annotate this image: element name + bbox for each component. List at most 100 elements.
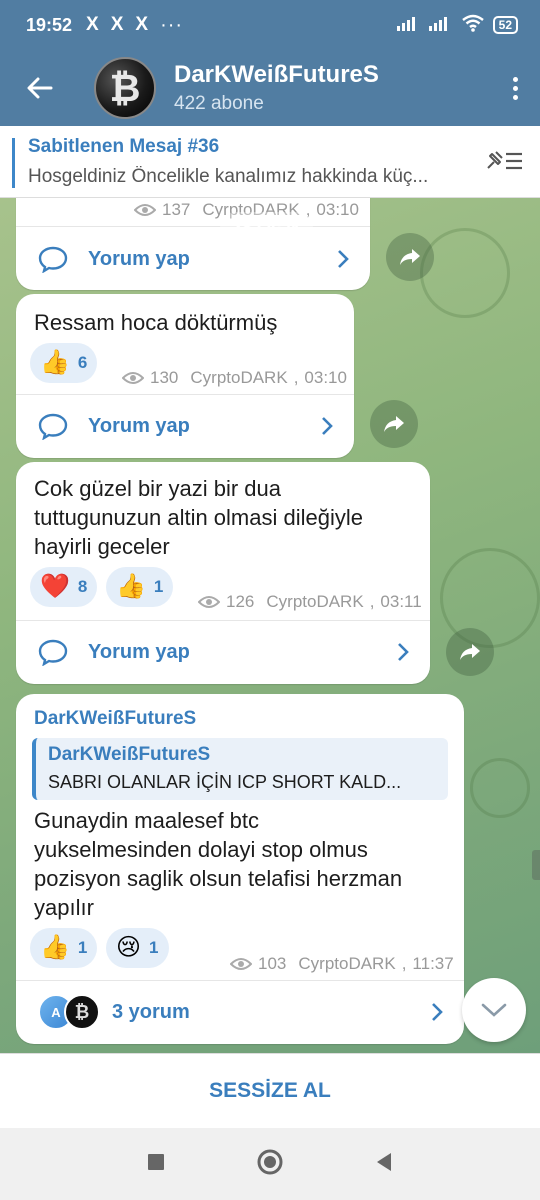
thumbs-up-icon: 👍 — [40, 934, 70, 961]
view-count: 130 — [150, 368, 179, 387]
comment-button[interactable]: Yorum yap — [16, 395, 354, 457]
reaction-count: 8 — [77, 577, 88, 596]
back-nav-button[interactable] — [374, 1151, 394, 1178]
home-button[interactable] — [256, 1148, 284, 1181]
share-button[interactable] — [386, 233, 434, 281]
comment-label: Yorum yap — [88, 414, 190, 437]
message-author: CyrptoDARK — [190, 368, 288, 387]
reply-text: SABRI OLANLAR İÇİN ICP SHORT KALD... — [48, 772, 402, 792]
reply-author: DarKWeißFutureS — [48, 744, 211, 765]
chat-header: ₿ DarKWeißFutureS 422 abone — [0, 50, 540, 126]
more-options-icon[interactable] — [490, 76, 540, 100]
pinned-preview: Hosgeldiniz Öncelikle kanalımız hakkinda… — [28, 166, 429, 187]
bitcoin-logo-icon: ₿ — [109, 65, 141, 110]
reaction-count: 1 — [77, 938, 88, 957]
scroll-down-button[interactable] — [462, 978, 526, 1042]
message-meta: 126 CyrptoDARK, 03:11 — [198, 592, 422, 612]
message-text: Ressam hoca döktürmüş — [34, 310, 278, 335]
view-count: 137 — [162, 200, 191, 219]
channel-author-name: DarKWeißFutureS — [34, 708, 197, 729]
reply-quote[interactable]: DarKWeißFutureS SABRI OLANLAR İÇİN ICP S… — [32, 738, 448, 800]
chevron-right-icon — [338, 250, 349, 268]
comment-bubble-icon — [38, 413, 68, 440]
signal-icon — [428, 15, 453, 36]
pinned-indicator — [12, 138, 15, 188]
views-eye-icon — [230, 958, 252, 970]
thumbs-up-icon: 👍 — [40, 349, 70, 376]
message-text: Cok güzel bir yazi bir dua tuttugunuzun … — [34, 476, 363, 559]
x-app-icon: X — [110, 14, 124, 35]
chevron-right-icon — [322, 417, 333, 435]
comment-label: Yorum yap — [88, 640, 190, 663]
edge-panel-handle[interactable] — [532, 850, 540, 880]
reaction-heart[interactable]: ❤️ 8 — [30, 567, 98, 607]
channel-avatar[interactable]: ₿ — [94, 57, 156, 119]
reaction-thumbs-up[interactable]: 👍 6 — [30, 343, 98, 383]
message-meta: 103 CyrptoDARK, 11:37 — [230, 954, 454, 974]
chevron-right-icon — [432, 1003, 443, 1021]
commenter-avatars: A ₿ — [38, 994, 102, 1030]
crying-face-icon: 😢 — [116, 934, 142, 961]
signal-icon — [396, 15, 421, 36]
message-time: 03:11 — [380, 592, 422, 611]
bitcoin-avatar-icon: ₿ — [64, 994, 100, 1030]
chevron-right-icon — [398, 643, 409, 661]
comments-button[interactable]: A ₿ 3 yorum — [16, 981, 464, 1043]
recents-square-icon — [148, 1153, 164, 1170]
comment-bubble-icon — [38, 246, 68, 273]
status-time: 19:52 — [26, 14, 73, 35]
back-triangle-icon — [377, 1152, 391, 1171]
message-bubble[interactable]: Cok güzel bir yazi bir dua tuttugunuzun … — [16, 462, 430, 684]
message-time: 03:10 — [304, 368, 347, 387]
share-arrow-icon — [460, 644, 480, 660]
reaction-crying-face[interactable]: 😢 1 — [106, 928, 169, 968]
subscriber-count: 422 abone — [174, 93, 264, 114]
comment-bubble-icon — [38, 639, 68, 666]
message-bubble[interactable]: Ressam hoca döktürmüş 👍 6 130 CyrptoDARK… — [16, 294, 354, 458]
recents-button[interactable] — [146, 1152, 166, 1177]
message-text: Gunaydin maalesef btc yukselmesinden dol… — [34, 808, 403, 920]
message-bubble[interactable]: 137 CyrptoDARK, 03:10 Yorum yap — [16, 198, 370, 290]
views-eye-icon — [122, 372, 144, 384]
chat-area[interactable]: 137 CyrptoDARK, 03:10 Yorum yap 28 Ocak … — [0, 198, 540, 1053]
pinned-message-bar[interactable]: Sabitlenen Mesaj #36 Hosgeldiniz Öncelik… — [0, 126, 540, 198]
views-eye-icon — [134, 204, 156, 216]
view-count: 126 — [226, 592, 255, 611]
channel-info[interactable]: DarKWeißFutureS 422 abone — [174, 61, 490, 115]
comment-label: Yorum yap — [88, 247, 190, 270]
message-author: CyrptoDARK — [298, 954, 396, 973]
back-arrow-icon — [27, 77, 53, 99]
reaction-count: 6 — [77, 353, 88, 372]
thumbs-up-icon: 👍 — [116, 573, 146, 600]
reaction-thumbs-up[interactable]: 👍 1 — [30, 928, 98, 968]
message-time: 03:10 — [316, 200, 359, 219]
chevron-down-icon — [481, 1003, 507, 1017]
share-button[interactable] — [370, 400, 418, 448]
channel-name: DarKWeißFutureS — [174, 61, 379, 88]
status-bar: 19:52 X X X ··· 52 — [0, 0, 540, 50]
back-button[interactable] — [0, 50, 80, 126]
views-eye-icon — [198, 596, 220, 608]
share-button[interactable] — [446, 628, 494, 676]
reaction-count: 1 — [149, 938, 159, 957]
pinned-title: Sabitlenen Mesaj #36 — [28, 136, 220, 157]
message-bubble[interactable]: DarKWeißFutureS DarKWeißFutureS SABRI OL… — [16, 694, 464, 1044]
mute-button[interactable]: SESSİZE AL — [0, 1053, 540, 1128]
date-separator: 28 Ocak — [220, 212, 314, 242]
view-count: 103 — [258, 954, 287, 973]
message-meta: 130 CyrptoDARK, 03:10 — [122, 368, 347, 388]
reaction-count: 1 — [153, 577, 164, 596]
system-nav-bar — [0, 1128, 540, 1200]
red-heart-icon: ❤️ — [40, 573, 70, 600]
reaction-thumbs-up[interactable]: 👍 1 — [106, 567, 174, 607]
comment-button[interactable]: Yorum yap — [16, 621, 430, 683]
pin-list-icon — [487, 151, 522, 170]
wifi-icon — [461, 14, 485, 37]
home-circle-icon — [257, 1149, 283, 1174]
comments-count-label: 3 yorum — [112, 1000, 190, 1023]
battery-icon: 52 — [492, 16, 518, 34]
more-notifications-icon: ··· — [160, 13, 184, 36]
x-app-icon: X — [86, 14, 99, 35]
comment-button[interactable]: Yorum yap — [16, 228, 370, 290]
pinned-list-button[interactable] — [484, 148, 524, 179]
